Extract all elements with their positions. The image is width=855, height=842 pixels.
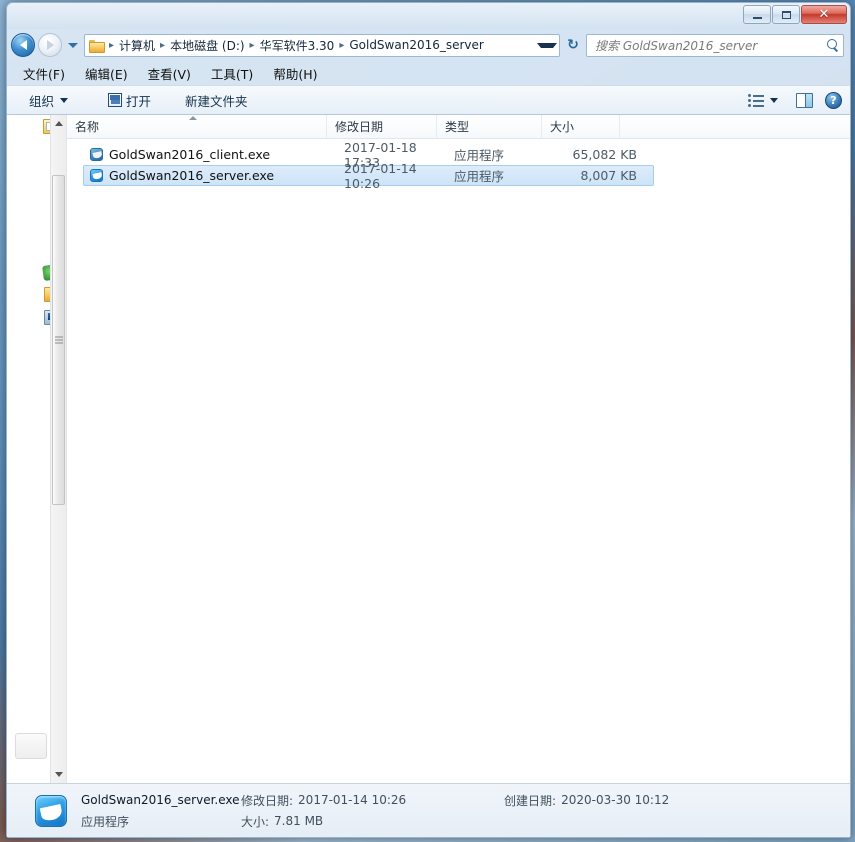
close-icon: ✕ bbox=[819, 8, 830, 21]
folder-icon bbox=[89, 39, 104, 51]
minimize-icon bbox=[753, 17, 762, 19]
status-line-1: GoldSwan2016_server.exe 修改日期: 2017-01-14… bbox=[81, 792, 669, 809]
search-box[interactable]: 搜索 GoldSwan2016_server bbox=[586, 34, 844, 57]
column-header-name[interactable]: 名称 bbox=[67, 115, 327, 138]
window-controls: ✕ bbox=[743, 5, 847, 24]
search-icon bbox=[826, 39, 839, 52]
status-modified-label: 修改日期: bbox=[241, 792, 293, 809]
file-size-cell: 8,007 KB bbox=[559, 168, 637, 183]
file-name-cell: GoldSwan2016_server.exe bbox=[90, 168, 344, 183]
toolbar-right-group: ? bbox=[742, 91, 842, 109]
scroll-down-button[interactable] bbox=[51, 766, 66, 783]
status-modified-value: 2017-01-14 10:26 bbox=[298, 793, 504, 807]
column-header-name-label: 名称 bbox=[75, 118, 99, 135]
forward-button[interactable] bbox=[38, 33, 62, 57]
column-header-type[interactable]: 类型 bbox=[437, 115, 542, 138]
explorer-window: ✕ ▸ 计算机 ▸ 本地磁盘 (D:) ▸ 华军软件3.30 ▸ GoldSwa… bbox=[6, 2, 851, 838]
column-header-date-label: 修改日期 bbox=[335, 118, 383, 135]
column-header-filler bbox=[620, 115, 850, 138]
status-size-label: 大小: bbox=[241, 813, 269, 830]
file-rows: GoldSwan2016_client.exe 2017-01-18 17:33… bbox=[67, 139, 850, 783]
open-button[interactable]: 打开 bbox=[102, 89, 157, 112]
menu-item-help[interactable]: 帮助(H) bbox=[273, 64, 317, 83]
breadcrumb-item-3[interactable]: GoldSwan2016_server bbox=[347, 38, 486, 52]
status-line-2: 应用程序 大小: 7.81 MB bbox=[81, 813, 669, 830]
table-row[interactable]: GoldSwan2016_server.exe 2017-01-14 10:26… bbox=[83, 165, 654, 186]
breadcrumb-item-1[interactable]: 本地磁盘 (D:) bbox=[168, 37, 246, 54]
refresh-button[interactable]: ↻ bbox=[563, 34, 583, 57]
navigation-pane-placeholder bbox=[15, 733, 47, 759]
help-button[interactable]: ? bbox=[825, 92, 842, 109]
back-arrow-icon bbox=[20, 40, 27, 50]
breadcrumb-separator[interactable]: ▸ bbox=[106, 40, 117, 51]
menu-bar: 文件(F) 编辑(E) 查看(V) 工具(T) 帮助(H) bbox=[7, 61, 850, 85]
column-header-date[interactable]: 修改日期 bbox=[327, 115, 437, 138]
scrollbar-grip-icon bbox=[55, 337, 63, 344]
content-area: 名称 修改日期 类型 大小 GoldSwan2016 bbox=[7, 115, 850, 783]
chevron-down-icon bbox=[60, 98, 68, 103]
status-size-value: 7.81 MB bbox=[274, 814, 323, 828]
breadcrumb-separator[interactable]: ▸ bbox=[336, 40, 347, 51]
app-icon bbox=[90, 148, 103, 161]
search-input[interactable]: 搜索 GoldSwan2016_server bbox=[595, 37, 826, 54]
menu-item-edit[interactable]: 编辑(E) bbox=[85, 64, 128, 83]
menu-item-view[interactable]: 查看(V) bbox=[148, 64, 191, 83]
column-header-size[interactable]: 大小 bbox=[542, 115, 620, 138]
address-dropdown-icon[interactable] bbox=[537, 43, 557, 48]
new-folder-label: 新建文件夹 bbox=[185, 91, 248, 110]
file-type-cell: 应用程序 bbox=[454, 145, 559, 164]
file-size-cell: 65,082 KB bbox=[559, 147, 637, 162]
column-header-row: 名称 修改日期 类型 大小 bbox=[67, 115, 850, 139]
open-icon bbox=[108, 93, 122, 107]
file-name-cell: GoldSwan2016_client.exe bbox=[90, 147, 344, 162]
recent-locations-icon[interactable] bbox=[68, 43, 78, 48]
navigation-pane-scrollbar[interactable] bbox=[50, 115, 66, 783]
status-details: GoldSwan2016_server.exe 修改日期: 2017-01-14… bbox=[81, 792, 669, 830]
status-file-name: GoldSwan2016_server.exe bbox=[81, 793, 241, 807]
menu-item-tools[interactable]: 工具(T) bbox=[211, 64, 253, 83]
title-bar: ✕ bbox=[7, 3, 850, 29]
file-type-cell: 应用程序 bbox=[454, 166, 559, 185]
breadcrumb-separator[interactable]: ▸ bbox=[247, 40, 258, 51]
status-created-value: 2020-03-30 10:12 bbox=[561, 793, 669, 807]
file-name-label: GoldSwan2016_client.exe bbox=[109, 147, 270, 162]
column-header-size-label: 大小 bbox=[550, 118, 574, 135]
preview-pane-button[interactable] bbox=[796, 93, 813, 108]
file-list-pane: 名称 修改日期 类型 大小 GoldSwan2016 bbox=[67, 115, 850, 783]
organize-label: 组织 bbox=[29, 91, 54, 110]
navigation-pane bbox=[7, 115, 67, 783]
app-icon bbox=[35, 795, 67, 827]
open-label: 打开 bbox=[126, 91, 151, 110]
maximize-button[interactable] bbox=[772, 5, 800, 24]
scroll-up-button[interactable] bbox=[51, 115, 66, 132]
organize-button[interactable]: 组织 bbox=[23, 89, 74, 112]
scrollbar-thumb[interactable] bbox=[52, 175, 65, 505]
status-type-value: 应用程序 bbox=[81, 813, 241, 830]
breadcrumb-item-0[interactable]: 计算机 bbox=[117, 37, 157, 54]
minimize-button[interactable] bbox=[743, 5, 771, 24]
address-input[interactable]: ▸ 计算机 ▸ 本地磁盘 (D:) ▸ 华军软件3.30 ▸ GoldSwan2… bbox=[84, 34, 560, 57]
breadcrumb-separator[interactable]: ▸ bbox=[157, 40, 168, 51]
maximize-icon bbox=[782, 11, 791, 19]
close-button[interactable]: ✕ bbox=[801, 5, 847, 24]
breadcrumb-item-2[interactable]: 华军软件3.30 bbox=[258, 37, 337, 54]
file-name-label: GoldSwan2016_server.exe bbox=[109, 168, 274, 183]
chevron-down-icon bbox=[770, 98, 778, 103]
status-bar: GoldSwan2016_server.exe 修改日期: 2017-01-14… bbox=[7, 783, 850, 837]
app-icon bbox=[90, 169, 103, 182]
views-list-icon bbox=[748, 93, 764, 107]
file-date-cell: 2017-01-14 10:26 bbox=[344, 161, 454, 191]
new-folder-button[interactable]: 新建文件夹 bbox=[179, 89, 254, 112]
status-created-label: 创建日期: bbox=[504, 792, 556, 809]
forward-arrow-icon bbox=[47, 40, 54, 50]
menu-item-file[interactable]: 文件(F) bbox=[23, 64, 65, 83]
toolbar: 组织 打开 新建文件夹 ? bbox=[7, 85, 850, 115]
back-button[interactable] bbox=[11, 33, 35, 57]
column-header-type-label: 类型 bbox=[445, 118, 469, 135]
address-bar-row: ▸ 计算机 ▸ 本地磁盘 (D:) ▸ 华军软件3.30 ▸ GoldSwan2… bbox=[7, 29, 850, 61]
change-view-button[interactable] bbox=[742, 91, 784, 109]
sort-ascending-icon bbox=[189, 116, 197, 120]
